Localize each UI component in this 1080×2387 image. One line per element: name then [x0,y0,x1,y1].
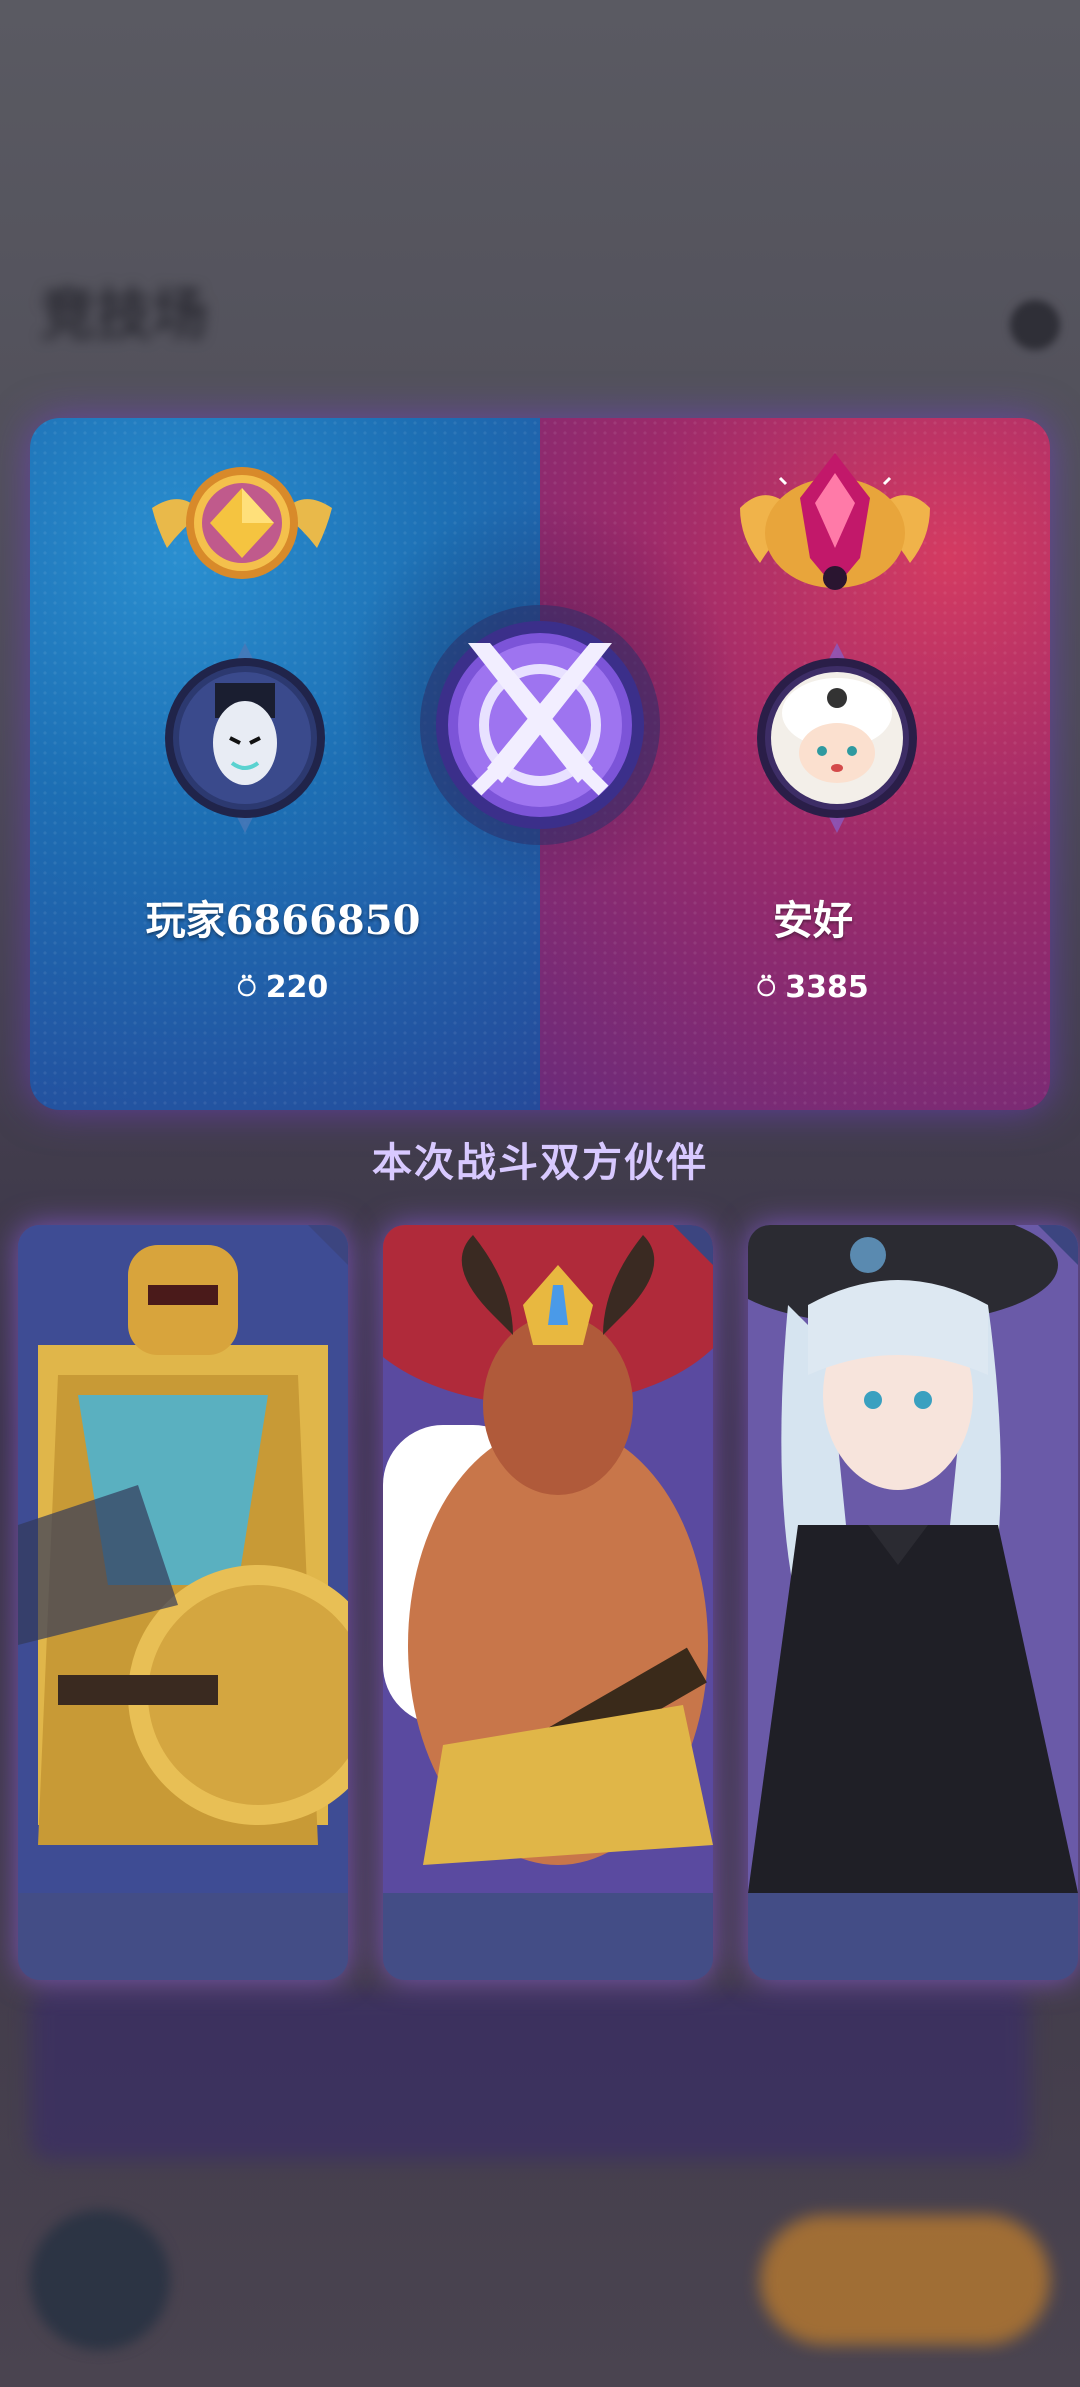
background-panel [30,1990,1030,2160]
gothic-girl-portrait [748,1225,1078,1893]
golden-knight-portrait [18,1225,348,1893]
white-hair-kid-avatar-icon [757,643,917,833]
right-player-avatar[interactable] [742,643,932,833]
partner-card-1[interactable] [18,1225,348,1980]
right-player-score: ⍥ 3385 [613,970,1013,1006]
gold-gem-wing-badge-icon [152,467,332,579]
dark-mask-hero-avatar-icon [165,643,325,833]
left-player-score: ⍥ 220 [83,970,483,1006]
crimson-crown-wing-badge-icon [740,453,930,590]
right-player-name: 安好 [773,897,853,944]
right-score-value: 3385 [785,970,869,1005]
partner-card-3[interactable] [748,1225,1078,1980]
left-player-name: 玩家6866850 [145,897,421,944]
partners-section-title: 本次战斗双方伙伴 [372,1139,708,1186]
medal-icon: ⍥ [237,971,256,1006]
background-help-icon [1010,300,1060,350]
background-back-button [30,2210,170,2350]
medal-icon: ⍥ [757,971,776,1006]
battle-versus-card: 玩家6866850 安好 ⍥ 220 ⍥ 3385 [30,418,1050,1110]
partner-card-2-footer [383,1893,713,1980]
background-action-button [760,2215,1050,2345]
crossed-swords-icon [420,605,660,845]
left-player-avatar[interactable] [150,643,340,833]
demon-king-portrait [383,1225,713,1893]
partner-card-2[interactable] [383,1225,713,1980]
left-score-value: 220 [265,970,329,1005]
background-title: 竞技场 [40,282,208,348]
partner-card-1-footer [18,1893,348,1980]
partner-card-3-footer [748,1893,1078,1980]
